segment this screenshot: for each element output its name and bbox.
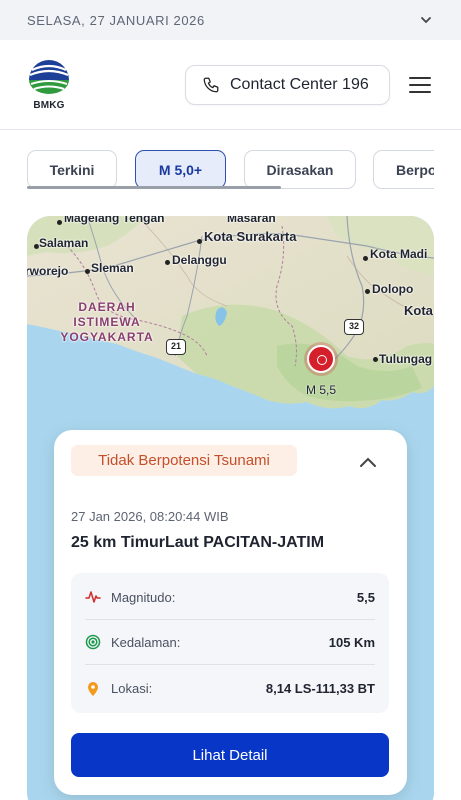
tsunami-status-badge: Tidak Berpotensi Tsunami — [71, 445, 297, 476]
map-label-delanggu: Delanggu — [172, 253, 227, 267]
depth-label: Kedalaman: — [111, 634, 181, 650]
epicenter-marker[interactable] — [307, 345, 335, 373]
contact-center-button[interactable]: Contact Center 196 — [185, 65, 390, 105]
map-label-region-line: YOGYAKARTA — [60, 330, 154, 344]
view-detail-button[interactable]: Lihat Detail — [71, 733, 389, 777]
depth-row: Kedalaman: 105 Km — [85, 620, 375, 665]
hamburger-menu-icon[interactable] — [408, 74, 432, 96]
site-header: BMKG Contact Center 196 — [0, 40, 461, 130]
city-dot — [197, 239, 202, 244]
city-dot — [363, 256, 368, 261]
event-details: Magnitudo: 5,5 Kedalaman: 105 Km Lokasi:… — [71, 573, 389, 713]
pulse-icon — [85, 591, 101, 603]
chevron-down-icon[interactable] — [419, 13, 433, 27]
bmkg-logo-emblem — [29, 60, 69, 94]
date-bar[interactable]: SELASA, 27 JANUARI 2026 — [0, 0, 461, 40]
target-icon — [85, 634, 101, 650]
tab-terkini[interactable]: Terkini — [27, 150, 117, 189]
magnitude-row: Magnitudo: 5,5 — [85, 575, 375, 620]
epicenter-magnitude-label: M 5,5 — [306, 383, 337, 397]
tab-dirasakan[interactable]: Dirasakan — [244, 150, 356, 189]
magnitude-value: 5,5 — [356, 589, 375, 605]
location-value: 8,14 LS-111,33 BT — [265, 681, 375, 696]
map-label-kota: Kota — [404, 303, 433, 318]
city-dot — [373, 357, 378, 362]
map-label-sleman: Sleman — [91, 261, 134, 275]
earthquake-info-card: Tidak Berpotensi Tsunami 27 Jan 2026, 08… — [54, 430, 407, 795]
phone-icon — [203, 77, 219, 93]
map-label-purworejo: rworejo — [27, 264, 69, 278]
road-shield-21: 21 — [166, 339, 186, 355]
map-label-dolopo: Dolopo — [372, 282, 414, 296]
location-label: Lokasi: — [111, 681, 153, 696]
location-row: Lokasi: 8,14 LS-111,33 BT — [85, 666, 375, 711]
event-datetime: 27 Jan 2026, 08:20:44 WIB — [71, 509, 229, 524]
magnitude-label: Magnitudo: — [111, 589, 176, 605]
map-label-kota-madiun: Kota Madi — [370, 247, 428, 261]
city-dot — [85, 269, 90, 274]
map-label-tulungagung: Tulungag — [379, 352, 433, 366]
earthquake-tabs: Terkini M 5,0+ Dirasakan Berpo — [27, 150, 434, 190]
logo-text: BMKG — [33, 100, 65, 111]
map-label-region-line: DAERAH — [78, 300, 136, 314]
map-label-magelang: Magelang Tengah — [64, 216, 165, 225]
current-date: SELASA, 27 JANUARI 2026 — [27, 12, 205, 28]
tabs-scrollbar[interactable] — [27, 186, 281, 189]
tab-m5-plus[interactable]: M 5,0+ — [135, 150, 226, 189]
event-location-name: 25 km TimurLaut PACITAN-JATIM — [71, 534, 325, 551]
depth-value: 105 Km — [328, 634, 375, 650]
location-pin-icon — [88, 681, 98, 696]
city-dot — [365, 289, 370, 294]
chevron-up-icon[interactable] — [359, 456, 377, 468]
city-dot — [165, 260, 170, 265]
bmkg-logo[interactable]: BMKG — [26, 56, 72, 114]
map-label-region-line: ISTIMEWA — [73, 315, 141, 329]
city-dot — [57, 220, 62, 225]
map-label-kota-surakarta: Kota Surakarta — [204, 229, 297, 244]
map-label-salaman: Salaman — [39, 236, 89, 250]
road-shield-32: 32 — [344, 319, 364, 335]
tab-berpotensi-tsunami[interactable]: Berpo — [373, 150, 434, 189]
map-label-masaran: Masaran — [227, 216, 276, 225]
map-label-region: DAERAH ISTIMEWA YOGYAKARTA — [57, 300, 157, 345]
contact-center-label: Contact Center 196 — [230, 76, 369, 93]
